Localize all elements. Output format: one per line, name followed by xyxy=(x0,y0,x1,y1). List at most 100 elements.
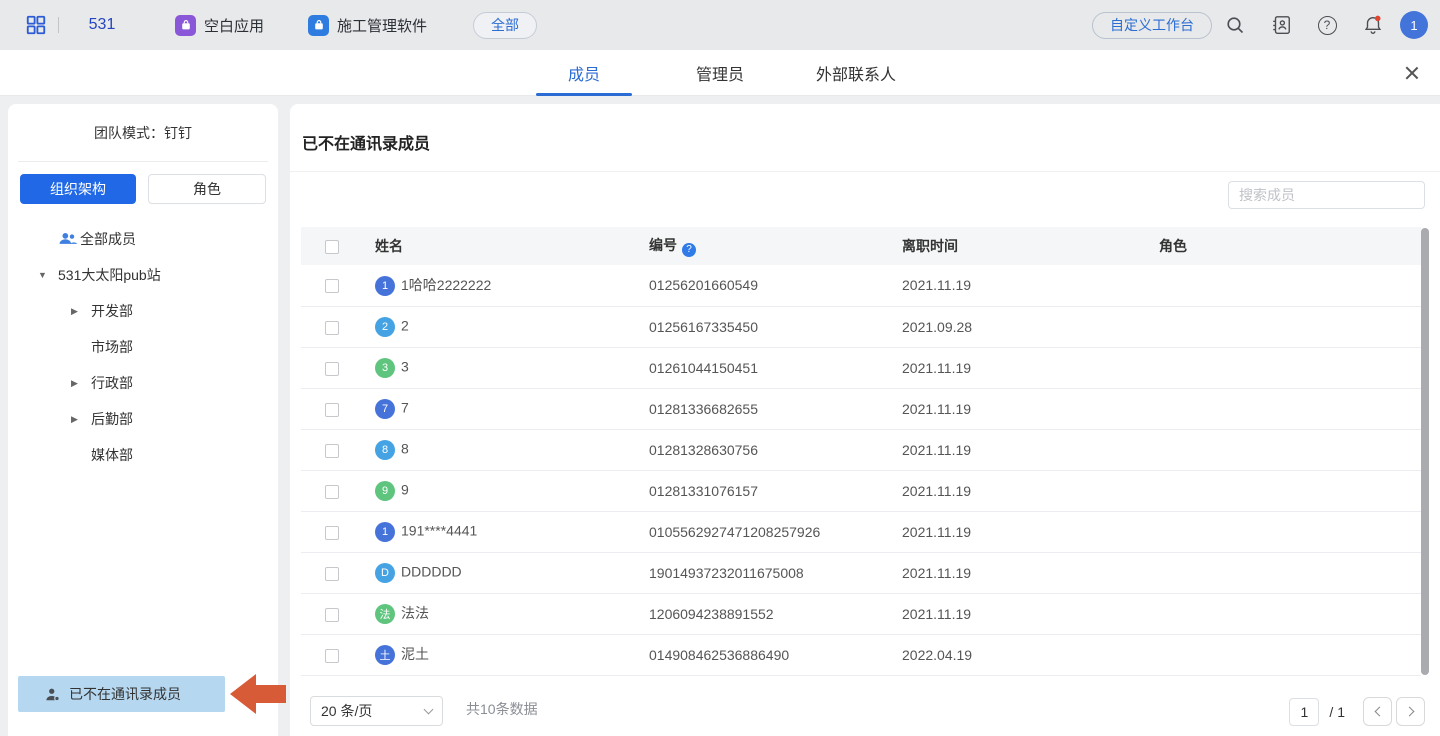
page-size-value: 20 条/页 xyxy=(321,701,372,721)
workspace-name[interactable]: 531 xyxy=(73,16,131,34)
row-checkbox[interactable] xyxy=(325,403,339,417)
search-input[interactable] xyxy=(1239,187,1420,203)
avatar: 9 xyxy=(375,481,395,501)
table-row[interactable]: 99 01281331076157 2021.11.19 xyxy=(301,470,1421,511)
caret-icon[interactable]: ▶ xyxy=(71,378,91,389)
user-avatar[interactable]: 1 xyxy=(1400,11,1428,39)
table-row[interactable]: 1 1哈哈2222222 01256201660549 2021.11.19 xyxy=(301,265,1421,306)
avatar: 2 xyxy=(375,317,395,337)
member-role xyxy=(1135,347,1421,388)
app-tab-construction[interactable]: 施工管理软件 xyxy=(308,15,427,36)
member-name: 1哈哈2222222 xyxy=(401,277,491,293)
leave-date: 2021.11.19 xyxy=(878,511,1135,552)
sidebar-toggle-group: 组织架构 角色 xyxy=(8,162,278,204)
all-apps-button[interactable]: 全部 xyxy=(473,12,537,39)
member-id: 01281336682655 xyxy=(625,388,878,429)
help-icon[interactable]: ? xyxy=(1304,16,1350,35)
table-row[interactable]: 土泥土 014908462536886490 2022.04.19 xyxy=(301,634,1421,675)
member-role xyxy=(1135,388,1421,429)
org-structure-button[interactable]: 组织架构 xyxy=(20,174,136,204)
avatar: 1 xyxy=(375,276,395,296)
search-icon[interactable] xyxy=(1212,15,1258,36)
col-leave-date: 离职时间 xyxy=(878,227,1135,265)
leave-date: 2021.09.28 xyxy=(878,306,1135,347)
tree-item-label: 全部成员 xyxy=(80,229,136,249)
sidebar-item-former-members[interactable]: 已不在通讯录成员 xyxy=(18,676,225,712)
member-name: 3 xyxy=(401,358,409,374)
caret-icon[interactable]: ▶ xyxy=(71,306,91,317)
page-size-select[interactable]: 20 条/页 xyxy=(310,696,443,726)
customize-workbench-button[interactable]: 自定义工作台 xyxy=(1092,12,1212,39)
table-row[interactable]: 1191****4441 0105562927471208257926 2021… xyxy=(301,511,1421,552)
member-id: 19014937232011675008 xyxy=(625,552,878,593)
avatar: 8 xyxy=(375,440,395,460)
prev-page-button[interactable] xyxy=(1363,697,1392,726)
address-book-icon[interactable] xyxy=(1258,14,1304,36)
avatar: 法 xyxy=(375,604,395,624)
row-checkbox[interactable] xyxy=(325,526,339,540)
member-id: 0105562927471208257926 xyxy=(625,511,878,552)
bell-icon[interactable] xyxy=(1350,14,1396,36)
member-id: 1206094238891552 xyxy=(625,593,878,634)
page-number-input[interactable] xyxy=(1289,698,1319,726)
row-checkbox[interactable] xyxy=(325,321,339,335)
close-icon[interactable] xyxy=(1403,64,1421,82)
caret-icon[interactable]: ▼ xyxy=(38,270,58,280)
topbar-actions: ? 1 xyxy=(1212,11,1440,39)
row-checkbox[interactable] xyxy=(325,444,339,458)
row-checkbox[interactable] xyxy=(325,485,339,499)
role-button[interactable]: 角色 xyxy=(148,174,266,204)
col-role: 角色 xyxy=(1135,227,1421,265)
tab-external-contacts[interactable]: 外部联系人 xyxy=(808,50,904,96)
people-icon xyxy=(58,231,78,247)
member-name: 泥土 xyxy=(401,646,429,662)
table-row[interactable]: DDDDDDD 19014937232011675008 2021.11.19 xyxy=(301,552,1421,593)
row-checkbox[interactable] xyxy=(325,567,339,581)
notification-dot xyxy=(1375,16,1381,21)
avatar: D xyxy=(375,563,395,583)
table-row[interactable]: 88 01281328630756 2021.11.19 xyxy=(301,429,1421,470)
table-scrollbar[interactable] xyxy=(1421,228,1429,675)
app-tab-blank[interactable]: 空白应用 xyxy=(175,15,264,36)
tree-item[interactable]: 媒体部 xyxy=(8,437,278,473)
row-checkbox[interactable] xyxy=(325,608,339,622)
caret-icon[interactable]: ▶ xyxy=(71,414,91,425)
member-name: 法法 xyxy=(401,605,429,621)
row-checkbox[interactable] xyxy=(325,279,339,293)
leave-date: 2021.11.19 xyxy=(878,552,1135,593)
member-role xyxy=(1135,593,1421,634)
leave-date: 2021.11.19 xyxy=(878,347,1135,388)
table-row[interactable]: 法法法 1206094238891552 2021.11.19 xyxy=(301,593,1421,634)
table-header-row: 姓名 编号? 离职时间 角色 xyxy=(301,227,1421,265)
next-page-button[interactable] xyxy=(1396,697,1425,726)
sidebar: 团队模式：钉钉 组织架构 角色 全部成员 ▼ 531大太阳pub站 ▶ 开发部 … xyxy=(8,104,278,736)
select-all-checkbox[interactable] xyxy=(325,240,339,254)
question-badge-icon[interactable]: ? xyxy=(682,243,696,257)
tree-item-label: 行政部 xyxy=(91,373,133,393)
tree-item[interactable]: 全部成员 xyxy=(8,221,278,257)
tree-item-label: 开发部 xyxy=(91,301,133,321)
tree-item[interactable]: ▶ 后勤部 xyxy=(8,401,278,437)
apps-grid-icon[interactable] xyxy=(25,14,47,36)
leave-date: 2021.11.19 xyxy=(878,470,1135,511)
tree-item[interactable]: ▶ 行政部 xyxy=(8,365,278,401)
tab-admins[interactable]: 管理员 xyxy=(672,50,768,96)
table-row[interactable]: 33 01261044150451 2021.11.19 xyxy=(301,347,1421,388)
table-row[interactable]: 22 01256167335450 2021.09.28 xyxy=(301,306,1421,347)
member-name: 7 xyxy=(401,399,409,415)
avatar: 土 xyxy=(375,645,395,665)
member-id: 01256201660549 xyxy=(625,265,878,306)
leave-date: 2021.11.19 xyxy=(878,265,1135,306)
team-mode-label: 团队模式：钉钉 xyxy=(8,104,278,143)
tree-item[interactable]: ▶ 开发部 xyxy=(8,293,278,329)
tree-item[interactable]: 市场部 xyxy=(8,329,278,365)
row-checkbox[interactable] xyxy=(325,649,339,663)
tree-item-label: 市场部 xyxy=(91,337,133,357)
member-name: 2 xyxy=(401,317,409,333)
member-search xyxy=(1228,181,1425,209)
table-row[interactable]: 77 01281336682655 2021.11.19 xyxy=(301,388,1421,429)
tree-item[interactable]: ▼ 531大太阳pub站 xyxy=(8,257,278,293)
row-checkbox[interactable] xyxy=(325,362,339,376)
tab-members[interactable]: 成员 xyxy=(536,50,632,96)
member-role xyxy=(1135,265,1421,306)
